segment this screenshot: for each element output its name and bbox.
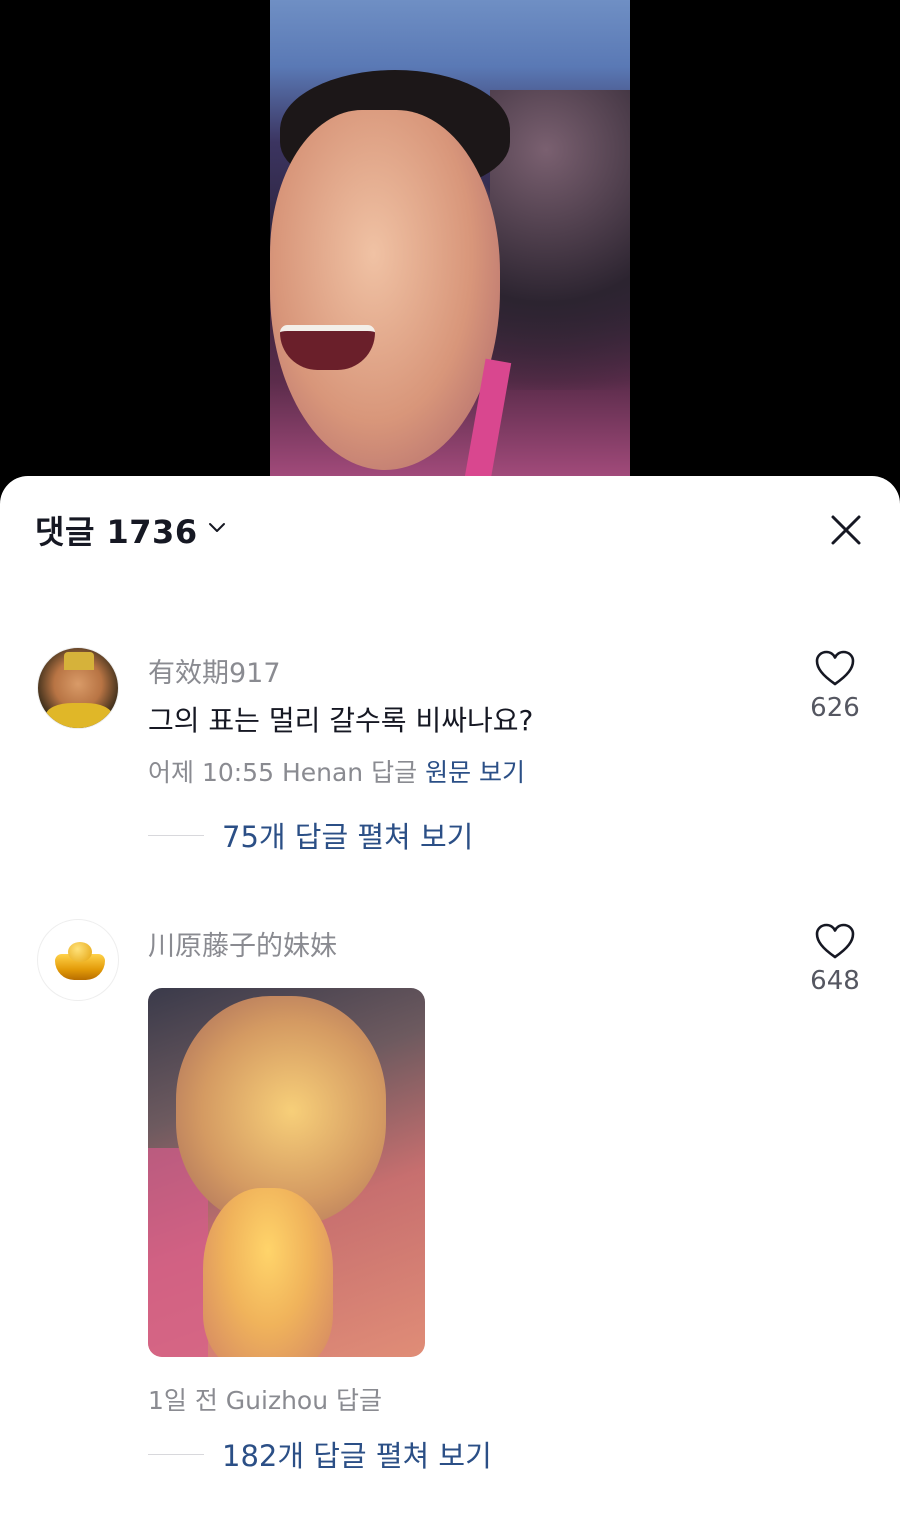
video-crowd <box>490 90 630 390</box>
comments-header[interactable]: 댓글 1736 <box>35 510 226 551</box>
comment-time-location: 1일 전 Guizhou 답글 <box>148 1386 383 1415</box>
chevron-down-icon[interactable] <box>208 519 226 537</box>
avatar[interactable] <box>37 919 119 1001</box>
like-box: 648 <box>805 922 865 996</box>
view-replies-label: 75개 답글 펼쳐 보기 <box>222 820 474 854</box>
avatar-crown <box>64 652 94 670</box>
replies-divider <box>148 1453 204 1455</box>
view-replies-button[interactable]: 182개 답글 펼쳐 보기 <box>148 1433 492 1475</box>
comment-time-location: 어제 10:55 Henan 답글 <box>148 758 418 787</box>
comment-image-hand <box>203 1188 333 1357</box>
replies-divider <box>148 834 204 836</box>
video-performer-face <box>270 110 500 470</box>
video-frame[interactable] <box>270 0 630 476</box>
view-replies-button[interactable]: 75개 답글 펼쳐 보기 <box>148 814 473 856</box>
comment-image[interactable] <box>148 988 425 1357</box>
video-player[interactable] <box>0 0 900 500</box>
comment-text: 그의 표는 멀리 갈수록 비싸나요? <box>148 704 534 737</box>
comments-count-title: 댓글 1736 <box>35 513 198 551</box>
like-count: 626 <box>810 693 860 723</box>
view-original-link[interactable]: 원문 보기 <box>425 758 525 787</box>
like-count: 648 <box>810 966 860 996</box>
comment-meta: 어제 10:55 Henan 답글 원문 보기 <box>148 753 525 789</box>
avatar[interactable] <box>37 647 119 729</box>
comment-meta: 1일 전 Guizhou 답글 <box>148 1381 382 1417</box>
comment-username[interactable]: 川原藤子的妹妹 <box>148 924 337 963</box>
gold-ingot-top <box>68 942 92 962</box>
comment-username[interactable]: 有效期917 <box>148 651 281 690</box>
close-icon[interactable] <box>830 514 862 546</box>
like-box: 626 <box>805 649 865 723</box>
avatar-robe <box>46 703 112 728</box>
view-replies-label: 182개 답글 펼쳐 보기 <box>222 1439 492 1473</box>
heart-icon[interactable] <box>814 649 856 687</box>
comments-sheet: 댓글 1736 有效期917 그의 표는 멀리 갈수록 비싸나요? 어제 10:… <box>0 476 900 1515</box>
heart-icon[interactable] <box>814 922 856 960</box>
